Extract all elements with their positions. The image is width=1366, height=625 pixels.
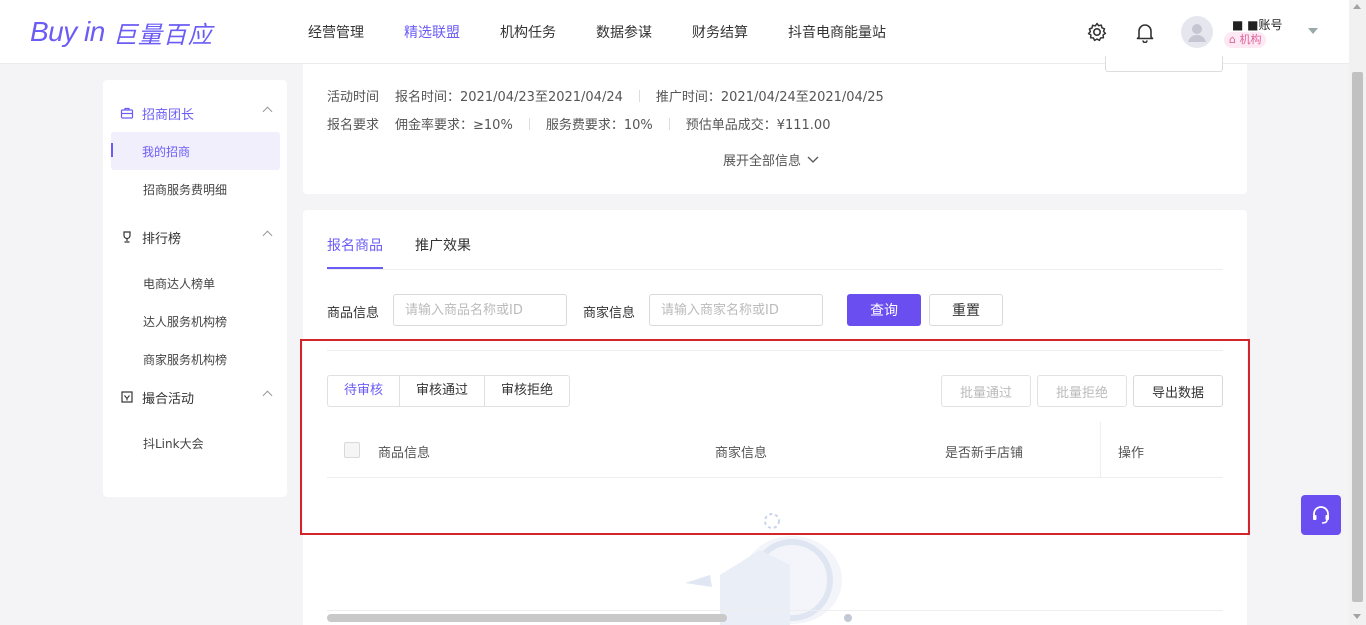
logo-text-en: Buy in bbox=[30, 16, 105, 47]
buyin-logo[interactable]: Buy in 巨量百应 bbox=[30, 14, 213, 50]
activity-time-label: 活动时间 bbox=[327, 90, 380, 105]
avatar[interactable] bbox=[1181, 16, 1213, 48]
bank-icon: ⌂ bbox=[1229, 33, 1236, 46]
divider bbox=[668, 117, 670, 130]
promotion-time: 推广时间：2021/04/24至2021/04/25 bbox=[655, 90, 884, 105]
activity-time-row: 活动时间 报名时间：2021/04/23至2021/04/24 推广时间：202… bbox=[327, 86, 884, 105]
customer-service-button[interactable] bbox=[1301, 495, 1341, 535]
sidebar-group-recruitment[interactable]: 招商团长 bbox=[103, 94, 287, 132]
nav-selected-alliance[interactable]: 精选联盟 bbox=[404, 22, 460, 42]
sidebar-item-merchant-agency-ranking[interactable]: 商家服务机构榜 bbox=[103, 340, 287, 378]
sidebar: 招商团长 我的招商 招商服务费明细 排行榜 电商达人榜单 达人服务机构榜 商家服… bbox=[103, 80, 287, 497]
service-fee-requirement: 服务费要求：10% bbox=[545, 118, 653, 133]
logo-text-cn: 巨量百应 bbox=[112, 20, 213, 49]
nav-energy-station[interactable]: 抖音电商能量站 bbox=[788, 22, 886, 42]
signup-requirement-label: 报名要求 bbox=[327, 118, 380, 133]
tab-registered-products[interactable]: 报名商品 bbox=[327, 235, 383, 255]
sidebar-group-label: 排行榜 bbox=[142, 231, 182, 247]
account-name[interactable]: ■ ■账号 bbox=[1232, 16, 1283, 33]
sidebar-item-influencer-ranking[interactable]: 电商达人榜单 bbox=[103, 264, 287, 302]
expand-label: 展开全部信息 bbox=[723, 154, 802, 169]
sidebar-group-label: 招商团长 bbox=[142, 107, 195, 123]
account-type-label: 机构 bbox=[1239, 33, 1262, 46]
scroll-down-arrow-icon[interactable] bbox=[1353, 614, 1361, 619]
tabs-divider bbox=[327, 269, 1223, 270]
chevron-up-icon bbox=[262, 106, 273, 117]
merchant-search-input[interactable] bbox=[649, 294, 823, 326]
product-search-input[interactable] bbox=[393, 294, 567, 326]
highlight-box bbox=[300, 339, 1250, 535]
scroll-up-arrow-icon[interactable] bbox=[1353, 4, 1361, 9]
bell-icon[interactable] bbox=[1134, 21, 1156, 44]
trophy-icon bbox=[120, 230, 134, 244]
chevron-up-icon bbox=[262, 230, 273, 241]
merchant-info-label: 商家信息 bbox=[583, 306, 636, 321]
sidebar-item-my-recruitment[interactable]: 我的招商 bbox=[111, 132, 280, 170]
query-button[interactable]: 查询 bbox=[847, 294, 921, 326]
product-info-label: 商品信息 bbox=[327, 306, 380, 321]
briefcase-icon bbox=[120, 106, 134, 120]
sidebar-item-service-fee-details[interactable]: 招商服务费明细 bbox=[103, 170, 287, 208]
top-header: Buy in 巨量百应 经营管理 精选联盟 机构任务 数据参谋 财务结算 抖音电… bbox=[0, 0, 1366, 64]
gear-icon[interactable] bbox=[1086, 21, 1108, 43]
divider bbox=[528, 117, 530, 130]
sidebar-group-rankings[interactable]: 排行榜 bbox=[103, 218, 287, 256]
signup-requirement-row: 报名要求 佣金率要求：≥10% 服务费要求：10% 预估单品成交：¥111.00 bbox=[327, 114, 830, 133]
expand-all-info-link[interactable]: 展开全部信息 bbox=[723, 150, 819, 169]
sidebar-group-label: 撮合活动 bbox=[142, 391, 195, 407]
divider bbox=[638, 89, 640, 102]
nav-agency-tasks[interactable]: 机构任务 bbox=[500, 22, 556, 42]
calendar-icon bbox=[120, 390, 134, 404]
main-nav: 经营管理 精选联盟 机构任务 数据参谋 财务结算 抖音电商能量站 bbox=[308, 0, 926, 64]
account-type-badge: ⌂ 机构 bbox=[1224, 32, 1267, 48]
nav-business-management[interactable]: 经营管理 bbox=[308, 22, 364, 42]
headset-icon bbox=[1310, 504, 1332, 526]
chevron-up-icon bbox=[262, 390, 273, 401]
table-bottom-divider bbox=[327, 610, 1223, 611]
nav-data-advisor[interactable]: 数据参谋 bbox=[596, 22, 652, 42]
activity-top-button[interactable] bbox=[1105, 56, 1223, 72]
account-dropdown-icon[interactable] bbox=[1308, 28, 1318, 34]
tab-promotion-effect[interactable]: 推广效果 bbox=[415, 235, 471, 255]
sidebar-item-influencer-agency-ranking[interactable]: 达人服务机构榜 bbox=[103, 302, 287, 340]
signup-time: 报名时间：2021/04/23至2021/04/24 bbox=[395, 90, 623, 105]
sidebar-item-douyin-link[interactable]: 抖Link大会 bbox=[103, 424, 287, 462]
horizontal-scrollbar[interactable] bbox=[327, 614, 727, 622]
chevron-down-icon bbox=[807, 156, 819, 164]
active-tab-indicator bbox=[327, 267, 383, 269]
commission-requirement: 佣金率要求：≥10% bbox=[395, 118, 513, 133]
estimated-deal: 预估单品成交：¥111.00 bbox=[685, 118, 831, 133]
vertical-scrollbar-thumb[interactable] bbox=[1352, 72, 1363, 602]
reset-button[interactable]: 重置 bbox=[929, 294, 1003, 326]
sidebar-group-matchmaking[interactable]: 撮合活动 bbox=[103, 378, 287, 416]
nav-finance-settlement[interactable]: 财务结算 bbox=[692, 22, 748, 42]
